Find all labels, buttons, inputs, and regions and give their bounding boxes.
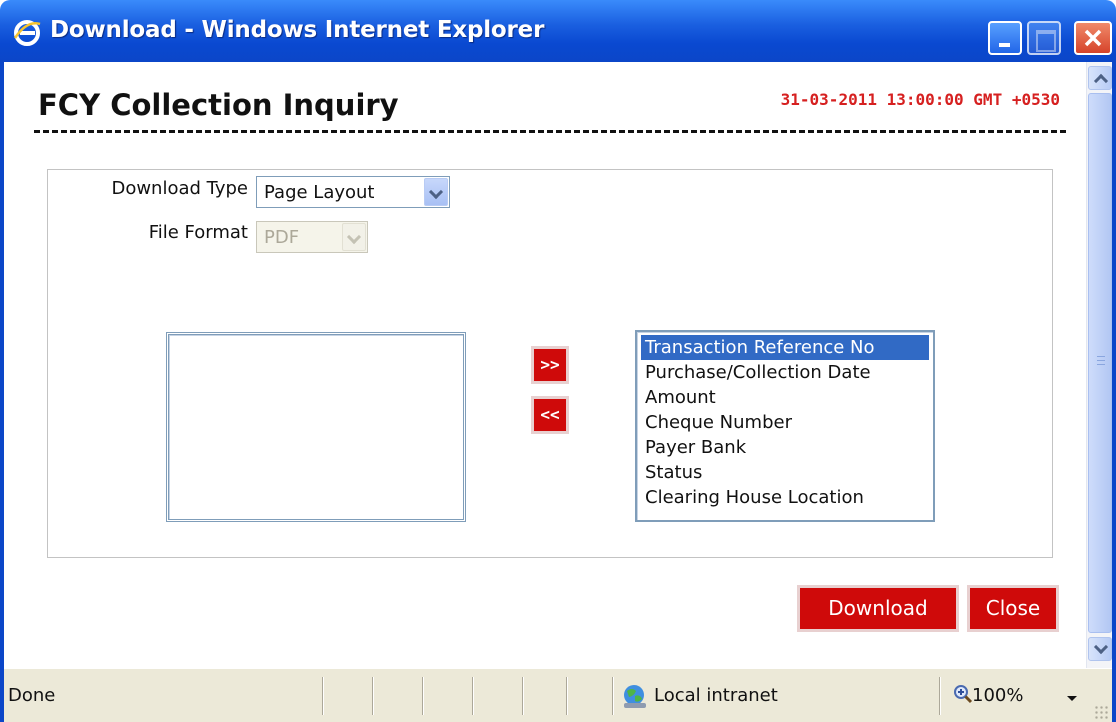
grip-icon: [1097, 356, 1105, 365]
download-button[interactable]: Download: [797, 585, 959, 632]
close-icon: [1084, 29, 1102, 47]
zoom-level[interactable]: 100%: [972, 685, 1023, 706]
status-text: Done: [8, 685, 56, 706]
chevron-down-icon[interactable]: [1067, 696, 1077, 701]
close-button[interactable]: Close: [967, 585, 1059, 632]
zoom-magnifier-icon[interactable]: [952, 683, 974, 705]
resize-grip[interactable]: [1094, 705, 1108, 719]
download-type-select[interactable]: Page Layout: [256, 176, 450, 208]
available-columns-list[interactable]: [166, 332, 466, 522]
list-item[interactable]: Status: [641, 460, 929, 485]
close-window-button[interactable]: [1074, 21, 1112, 55]
file-format-select: PDF: [256, 221, 368, 253]
chevron-down-icon: [342, 223, 366, 251]
maximize-button[interactable]: [1027, 21, 1061, 55]
window-title: Download - Windows Internet Explorer: [50, 17, 545, 43]
status-separator: [522, 677, 524, 715]
page-content: FCY Collection Inquiry 31-03-2011 13:00:…: [4, 62, 1086, 668]
security-zone-text: Local intranet: [654, 685, 778, 706]
download-options-panel: Download Type Page Layout File Format PD…: [47, 169, 1053, 558]
timestamp: 31-03-2011 13:00:00 GMT +0530: [780, 90, 1060, 109]
file-format-label: File Format: [148, 222, 248, 243]
download-type-value: Page Layout: [264, 182, 375, 203]
window-frame-right: [1112, 62, 1116, 722]
vertical-scrollbar[interactable]: [1086, 62, 1112, 668]
status-separator: [322, 677, 324, 715]
status-separator: [612, 677, 614, 715]
list-item[interactable]: Purchase/Collection Date: [641, 360, 929, 385]
list-item[interactable]: Amount: [641, 385, 929, 410]
status-separator: [422, 677, 424, 715]
internet-explorer-icon: [13, 20, 41, 46]
title-divider: [34, 130, 1066, 133]
scroll-thumb[interactable]: [1088, 93, 1112, 633]
window-title-bar[interactable]: Download - Windows Internet Explorer: [0, 0, 1116, 62]
status-separator: [372, 677, 374, 715]
selected-columns-list[interactable]: Transaction Reference No Purchase/Collec…: [635, 330, 935, 522]
page-title: FCY Collection Inquiry: [38, 88, 399, 122]
status-separator: [566, 677, 568, 715]
list-item[interactable]: Cheque Number: [641, 410, 929, 435]
list-item[interactable]: Payer Bank: [641, 435, 929, 460]
download-type-label: Download Type: [111, 178, 248, 199]
minimize-button[interactable]: [988, 21, 1022, 55]
scroll-up-button[interactable]: [1088, 66, 1112, 90]
status-separator: [472, 677, 474, 715]
list-item[interactable]: Clearing House Location: [641, 485, 929, 510]
local-intranet-globe-icon: [624, 685, 646, 708]
chevron-down-icon[interactable]: [424, 178, 448, 206]
move-right-button[interactable]: >>: [531, 346, 569, 384]
status-bar: Done Local intranet 100%: [4, 668, 1112, 722]
scroll-down-button[interactable]: [1088, 637, 1112, 661]
file-format-value: PDF: [264, 227, 300, 248]
list-item[interactable]: Transaction Reference No: [641, 335, 929, 360]
move-left-button[interactable]: <<: [531, 396, 569, 434]
status-separator: [939, 677, 941, 715]
